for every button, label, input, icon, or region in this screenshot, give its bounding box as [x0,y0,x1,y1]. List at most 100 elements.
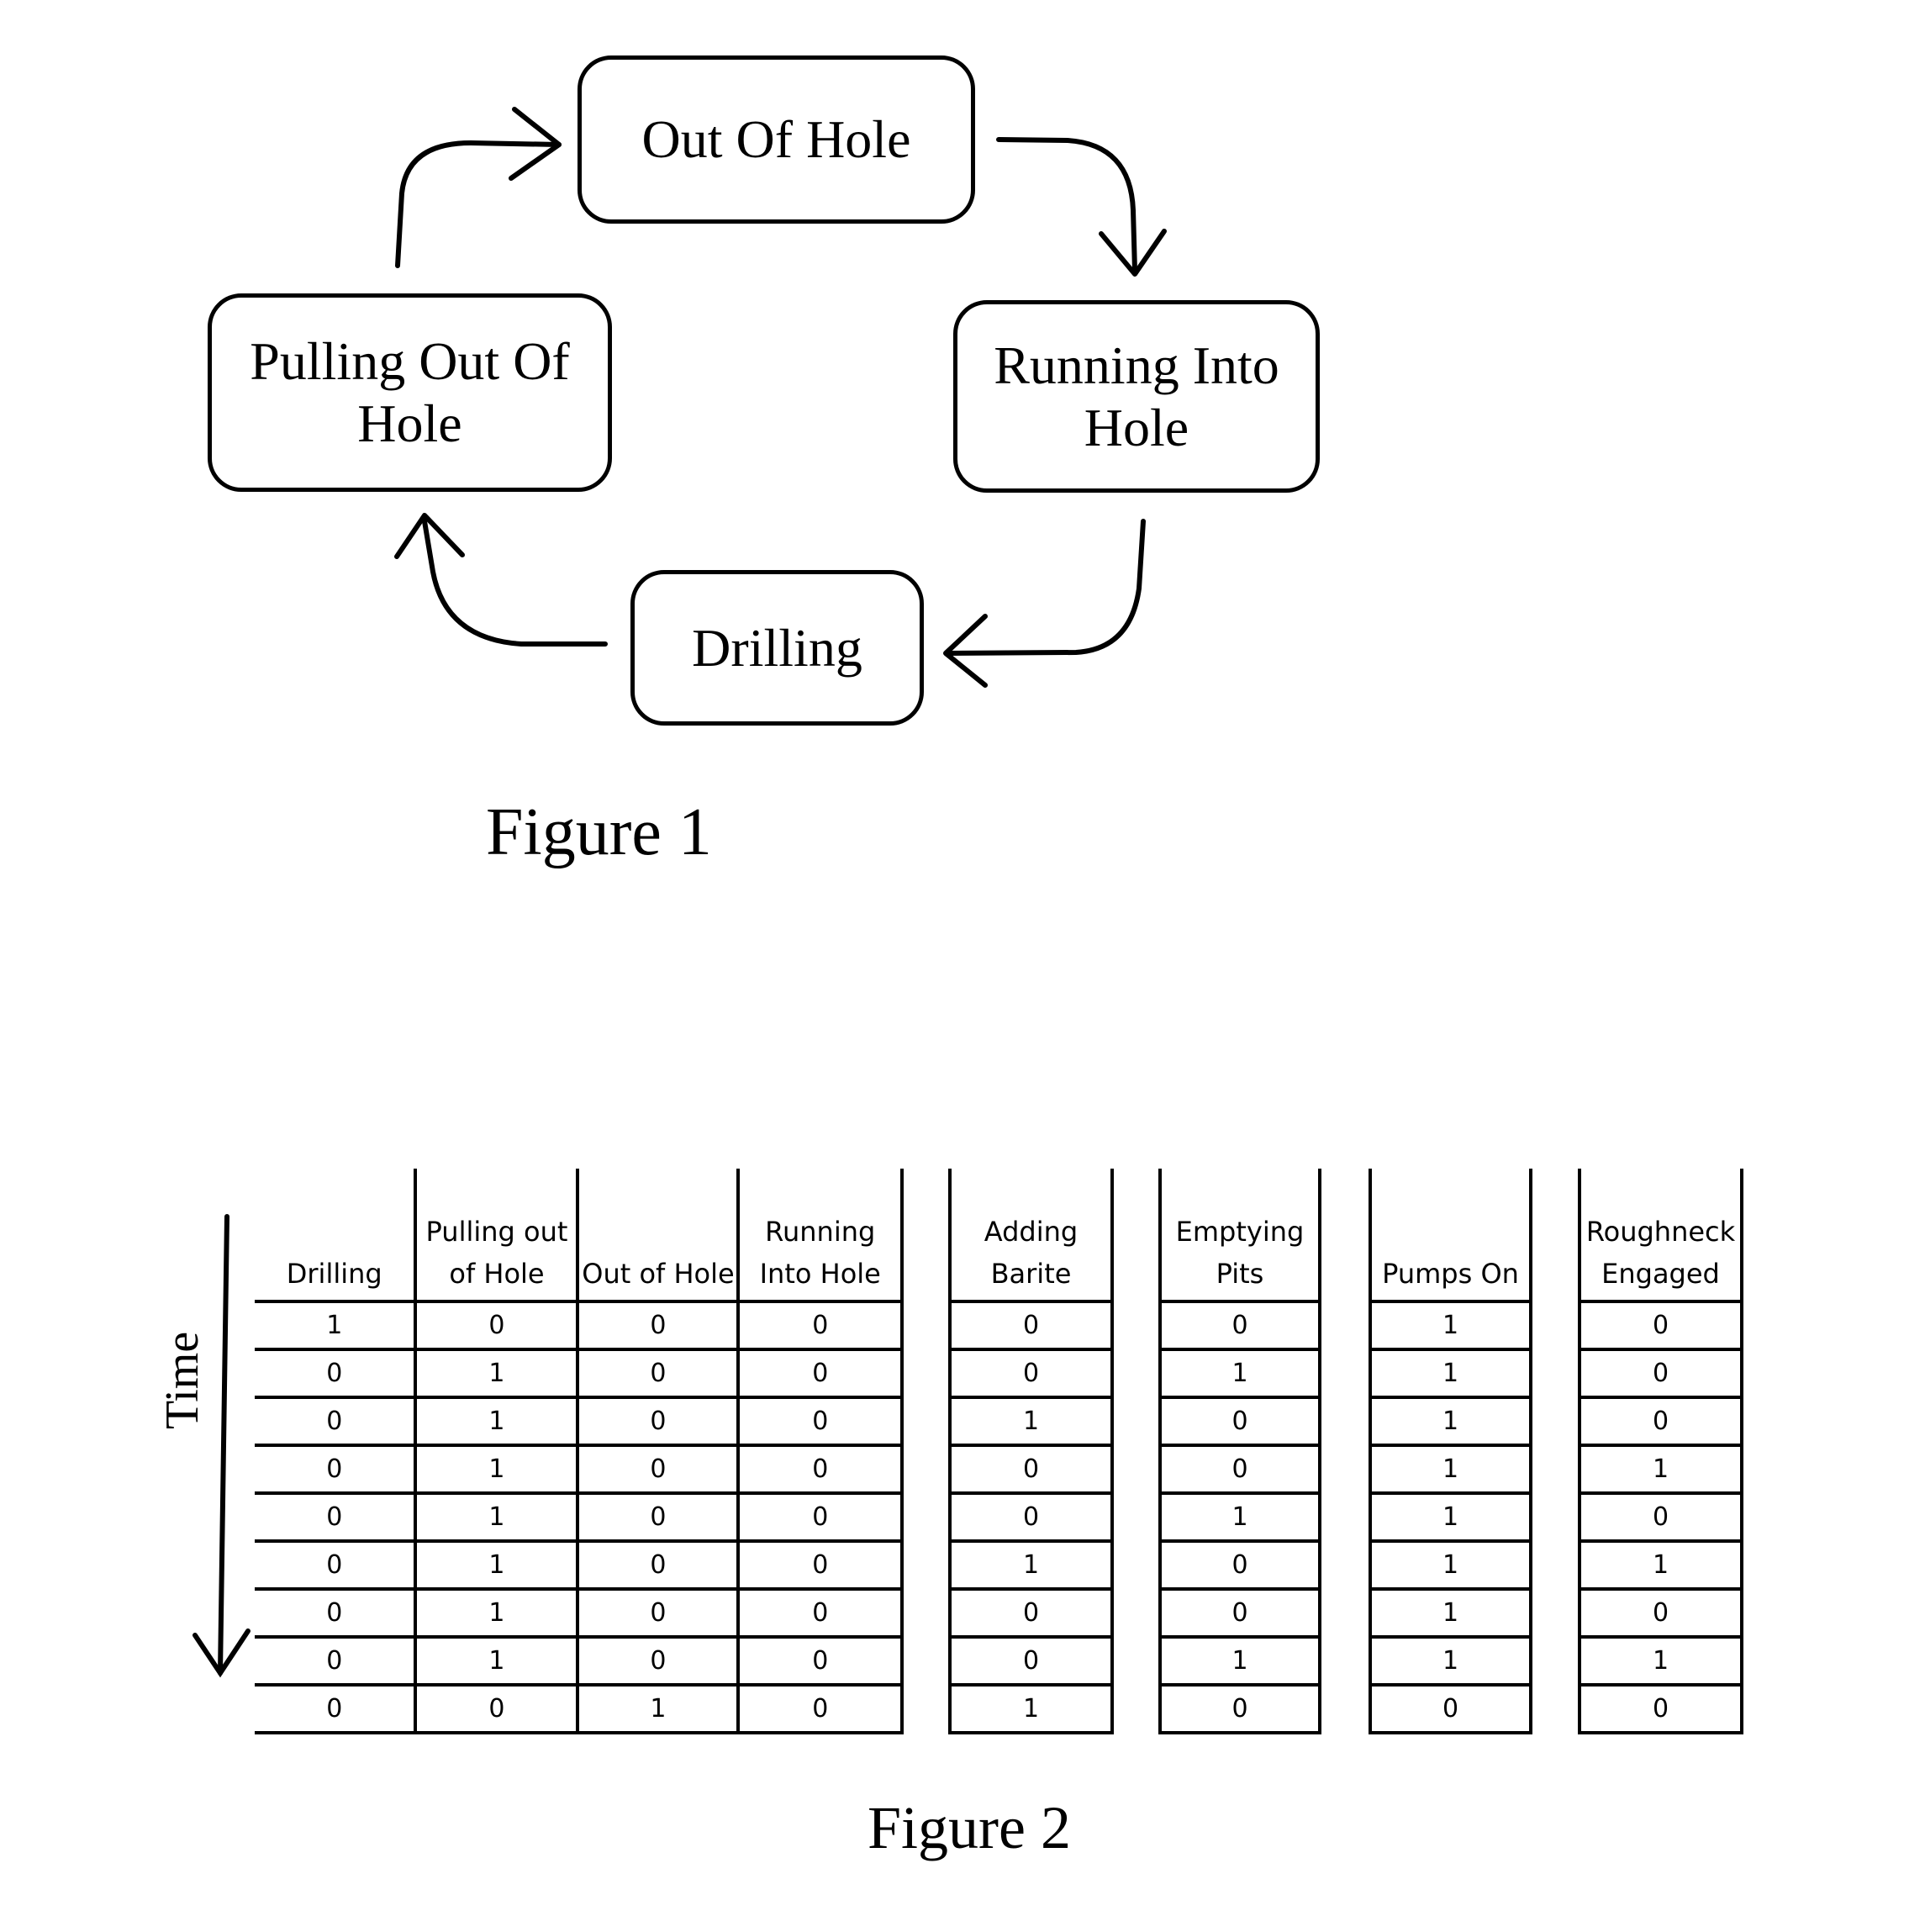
table-cell: 0 [255,1396,418,1447]
table-cell: 0 [948,1300,1114,1351]
table-cell: 1 [1369,1491,1532,1543]
table-cell: 0 [576,1444,741,1495]
feature-table-pumps-on: Pumps On 111111110 [1369,1169,1532,1734]
feature-table-roughneck-engaged: Roughneck Engaged 000101010 [1578,1169,1743,1734]
column-header: Pulling out of Hole [414,1169,580,1303]
table-row: 0100 [255,1348,904,1399]
table-cell: 0 [736,1539,904,1591]
table-row: 0 [1158,1539,1321,1591]
column-header: Running Into Hole [736,1169,904,1303]
table-cell: 1 [1369,1348,1532,1399]
table-cell: 0 [414,1683,580,1734]
table-cell: 0 [576,1300,741,1351]
table-row: 0100 [255,1587,904,1639]
table-cell: 0 [736,1348,904,1399]
table-cell: 1 [414,1491,580,1543]
table-cell: 0 [1158,1539,1321,1591]
table-cell: 1 [576,1683,741,1734]
table-cell: 0 [736,1683,904,1734]
table-cell: 1 [414,1635,580,1687]
state-label: Out Of Hole [641,109,911,169]
table-cell: 1 [1158,1491,1321,1543]
arrow-running-to-drilling [946,519,1146,656]
table-row: 1 [1369,1491,1532,1543]
figure-2-caption: Figure 2 [868,1794,1071,1861]
table-cell: 1 [414,1587,580,1639]
state-table-header-row: Drilling Pulling out of Hole Out of Hole… [255,1169,904,1303]
feature-table-body: 001001001 [948,1300,1114,1734]
table-row: 0 [948,1635,1114,1687]
table-cell: 0 [1578,1587,1743,1639]
table-cell: 0 [736,1587,904,1639]
table-cell: 0 [948,1348,1114,1399]
state-drilling: Drilling [630,570,924,726]
table-row: 1000 [255,1300,904,1351]
table-row: 1 [1369,1539,1532,1591]
table-cell: 0 [576,1491,741,1543]
table-row: 0100 [255,1491,904,1543]
table-cell: 0 [948,1491,1114,1543]
state-label: Pulling Out Of Hole [250,331,570,453]
table-cell: 0 [948,1444,1114,1495]
column-header: Out of Hole [576,1169,741,1303]
table-cell: 0 [1158,1396,1321,1447]
state-running-into-hole: Running Into Hole [953,300,1320,493]
table-cell: 1 [414,1444,580,1495]
table-row: 1 [1369,1635,1532,1687]
table-cell: 0 [576,1539,741,1591]
table-row: 1 [1369,1348,1532,1399]
table-cell: 0 [1158,1300,1321,1351]
column-header: Adding Barite [948,1169,1114,1303]
table-row: 0100 [255,1396,904,1447]
column-header: Pumps On [1369,1169,1532,1303]
state-table-body: 100001000100010001000100010001000010 [255,1300,904,1734]
table-row: 1 [1578,1444,1743,1495]
table-cell: 1 [1369,1396,1532,1447]
table-cell: 1 [1369,1587,1532,1639]
table-cell: 0 [1158,1587,1321,1639]
table-row: 1 [1158,1491,1321,1543]
feature-table-emptying-pits: Emptying Pits 010010010 [1158,1169,1321,1734]
table-cell: 0 [1578,1491,1743,1543]
table-cell: 1 [1369,1539,1532,1591]
table-cell: 1 [1578,1635,1743,1687]
table-row: 0 [948,1348,1114,1399]
feature-table-body: 111111110 [1369,1300,1532,1734]
table-cell: 0 [576,1587,741,1639]
table-cell: 1 [1158,1635,1321,1687]
table-cell: 1 [414,1539,580,1591]
table-cell: 0 [255,1444,418,1495]
table-row: 0 [1158,1396,1321,1447]
table-row: 0 [1578,1300,1743,1351]
table-row: 0100 [255,1539,904,1591]
table-cell: 0 [1578,1396,1743,1447]
time-axis-label: Time [156,1331,208,1429]
table-row: 0 [1578,1491,1743,1543]
table-cell: 0 [1578,1683,1743,1734]
table-cell: 1 [255,1300,418,1351]
table-row: 0 [1158,1683,1321,1734]
state-table: Drilling Pulling out of Hole Out of Hole… [255,1169,904,1734]
table-cell: 0 [414,1300,580,1351]
table-row: 1 [1369,1587,1532,1639]
table-row: 0 [1369,1683,1532,1734]
table-row: 1 [948,1539,1114,1591]
table-cell: 0 [948,1587,1114,1639]
table-cell: 0 [1578,1300,1743,1351]
table-cell: 0 [736,1300,904,1351]
table-cell: 1 [1369,1635,1532,1687]
table-row: 1 [1158,1348,1321,1399]
table-cell: 0 [1158,1444,1321,1495]
feature-table-body: 010010010 [1158,1300,1321,1734]
table-row: 0 [1578,1396,1743,1447]
table-cell: 0 [255,1539,418,1591]
feature-table-body: 000101010 [1578,1300,1743,1734]
table-cell: 0 [736,1635,904,1687]
table-cell: 1 [1369,1444,1532,1495]
table-cell: 1 [414,1348,580,1399]
table-cell: 0 [255,1348,418,1399]
table-cell: 0 [576,1635,741,1687]
table-cell: 1 [1578,1444,1743,1495]
feature-table-adding-barite: Adding Barite 001001001 [948,1169,1114,1734]
table-row: 1 [948,1683,1114,1734]
